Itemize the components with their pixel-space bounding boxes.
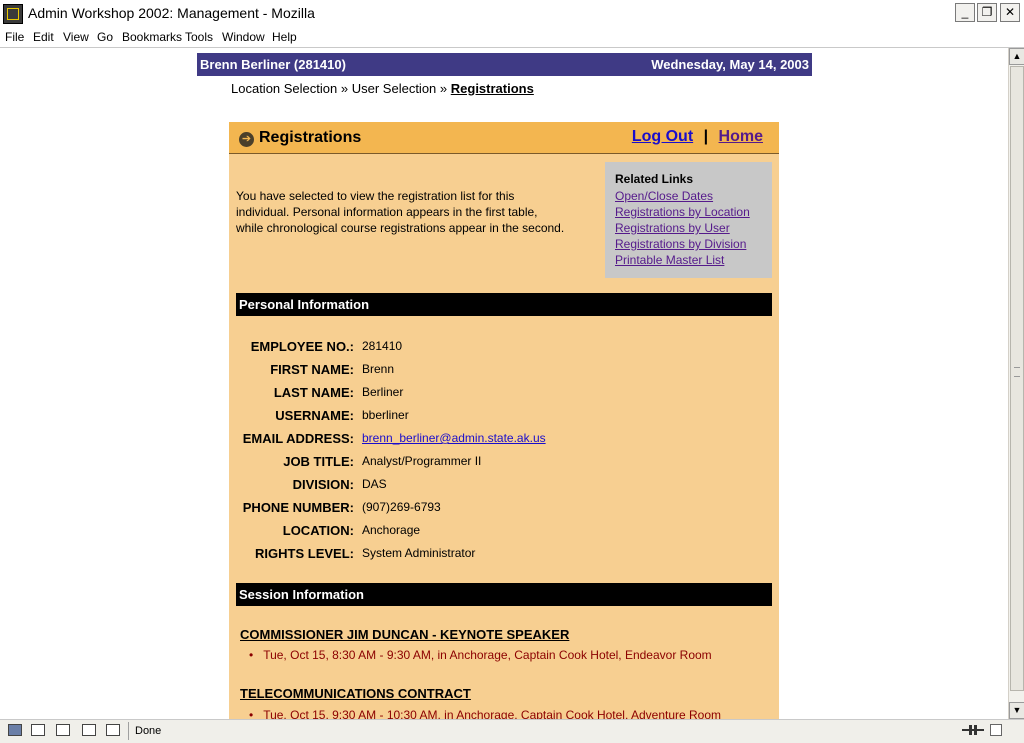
- breadcrumb: Location Selection » User Selection » Re…: [231, 81, 534, 96]
- intro-text: You have selected to view the registrati…: [236, 189, 565, 235]
- breadcrumb-separator: »: [439, 81, 448, 96]
- session-title-link[interactable]: TELECOMMUNICATIONS CONTRACT: [240, 686, 471, 701]
- navigator-icon[interactable]: [8, 724, 22, 736]
- header-link-separator: |: [703, 128, 709, 145]
- info-label: PHONE NUMBER:: [242, 500, 354, 515]
- info-row-rights-level: RIGHTS LEVEL: System Administrator: [229, 546, 779, 566]
- related-links-box: Related Links Open/Close Dates Registrat…: [605, 162, 772, 278]
- info-value: bberliner: [362, 408, 409, 422]
- info-label: FIRST NAME:: [270, 362, 354, 377]
- breadcrumb-user-selection[interactable]: User Selection: [352, 81, 437, 96]
- bullet-icon: •: [249, 648, 254, 662]
- email-link[interactable]: brenn_berliner@admin.state.ak.us: [362, 431, 546, 445]
- info-label: USERNAME:: [275, 408, 354, 423]
- window-title: Admin Workshop 2002: Management - Mozill…: [28, 5, 315, 21]
- info-label: JOB TITLE:: [283, 454, 354, 469]
- info-row-username: USERNAME: bberliner: [229, 408, 779, 428]
- user-name: Brenn Berliner (281410): [200, 57, 346, 72]
- info-label: EMAIL ADDRESS:: [242, 431, 354, 446]
- info-row-job-title: JOB TITLE: Analyst/Programmer II: [229, 454, 779, 474]
- panel-header: ➔ Registrations Log Out | Home: [229, 122, 779, 154]
- related-link-printable-master-list[interactable]: Printable Master List: [615, 253, 724, 267]
- info-row-employee-no: EMPLOYEE NO.: 281410: [229, 339, 779, 359]
- personal-info-heading: Personal Information: [236, 293, 772, 316]
- session-info-heading-text: Session Information: [239, 587, 364, 602]
- info-value: Analyst/Programmer II: [362, 454, 482, 468]
- session-title-link[interactable]: COMMISSIONER JIM DUNCAN - KEYNOTE SPEAKE…: [240, 627, 569, 642]
- menu-window[interactable]: Window: [222, 30, 265, 44]
- header-links: Log Out | Home: [632, 128, 763, 146]
- menu-bar: File Edit View Go Bookmarks Tools Window…: [0, 27, 1024, 48]
- status-separator: [128, 722, 129, 740]
- info-label: DIVISION:: [292, 477, 354, 492]
- address-book-icon[interactable]: [106, 724, 120, 736]
- info-label: LAST NAME:: [273, 385, 354, 400]
- panel-title: Registrations: [259, 129, 362, 146]
- session-detail-text: Tue, Oct 15, 8:30 AM - 9:30 AM, in Ancho…: [263, 648, 712, 662]
- info-row-division: DIVISION: DAS: [229, 477, 779, 497]
- scroll-up-arrow-icon[interactable]: ▲: [1009, 48, 1024, 65]
- session-detail: • Tue, Oct 15, 9:30 AM - 10:30 AM, in Anc…: [249, 708, 721, 719]
- session-detail-text: Tue, Oct 15, 9:30 AM - 10:30 AM, in Anch…: [263, 708, 722, 719]
- chat-icon[interactable]: [56, 724, 70, 736]
- registrations-panel: ➔ Registrations Log Out | Home You have …: [229, 122, 779, 719]
- breadcrumb-separator: »: [340, 81, 349, 96]
- info-row-phone: PHONE NUMBER: (907)269-6793: [229, 500, 779, 520]
- info-label: LOCATION:: [282, 523, 354, 538]
- related-links-title: Related Links: [615, 172, 694, 186]
- composer-icon[interactable]: [82, 724, 96, 736]
- vertical-scrollbar[interactable]: ▲ ▼: [1008, 48, 1024, 719]
- app-icon: [3, 4, 23, 24]
- info-row-email: EMAIL ADDRESS: brenn_berliner@admin.stat…: [229, 431, 779, 451]
- info-label: EMPLOYEE NO.:: [250, 339, 354, 354]
- info-row-first-name: FIRST NAME: Brenn: [229, 362, 779, 382]
- status-bar: Done: [0, 719, 1024, 743]
- info-value: DAS: [362, 477, 387, 491]
- breadcrumb-current: Registrations: [450, 81, 534, 96]
- scroll-down-arrow-icon[interactable]: ▼: [1009, 702, 1024, 719]
- close-button[interactable]: ✕: [1000, 3, 1020, 22]
- home-link[interactable]: Home: [719, 128, 763, 145]
- info-value: 281410: [362, 339, 403, 353]
- related-link-open-close-dates[interactable]: Open/Close Dates: [615, 189, 713, 203]
- info-value: System Administrator: [362, 546, 476, 560]
- mail-icon[interactable]: [31, 724, 45, 736]
- user-bar: Brenn Berliner (281410) Wednesday, May 1…: [197, 53, 812, 76]
- window-titlebar: Admin Workshop 2002: Management - Mozill…: [0, 0, 1024, 28]
- personal-info-heading-text: Personal Information: [239, 297, 370, 312]
- minimize-button[interactable]: _: [955, 3, 975, 22]
- security-lock-icon[interactable]: [990, 724, 1002, 736]
- menu-help[interactable]: Help: [272, 30, 297, 44]
- menu-bookmarks[interactable]: Bookmarks: [122, 30, 182, 44]
- status-text: Done: [135, 725, 162, 737]
- related-link-registrations-by-user[interactable]: Registrations by User: [615, 221, 730, 235]
- info-label: RIGHTS LEVEL:: [255, 546, 354, 561]
- menu-file[interactable]: File: [5, 30, 24, 44]
- online-status-icon[interactable]: [962, 724, 984, 736]
- related-link-registrations-by-location[interactable]: Registrations by Location: [615, 205, 750, 219]
- breadcrumb-location-selection[interactable]: Location Selection: [231, 81, 337, 96]
- grip-icon: [1014, 367, 1020, 377]
- menu-view[interactable]: View: [63, 30, 89, 44]
- info-row-location: LOCATION: Anchorage: [229, 523, 779, 543]
- plug-icon: [962, 725, 984, 735]
- info-value: (907)269-6793: [362, 500, 441, 514]
- menu-tools[interactable]: Tools: [185, 30, 213, 44]
- session-detail: • Tue, Oct 15, 8:30 AM - 9:30 AM, in Anch…: [249, 648, 712, 662]
- menu-edit[interactable]: Edit: [33, 30, 54, 44]
- related-link-registrations-by-division[interactable]: Registrations by Division: [615, 237, 746, 251]
- bullet-icon: •: [249, 708, 254, 719]
- maximize-button[interactable]: ❐: [977, 3, 997, 22]
- logout-link[interactable]: Log Out: [632, 128, 693, 145]
- menu-go[interactable]: Go: [97, 30, 113, 44]
- scroll-thumb[interactable]: [1010, 66, 1024, 691]
- info-value: Brenn: [362, 362, 395, 376]
- page-viewport: Brenn Berliner (281410) Wednesday, May 1…: [0, 48, 1008, 719]
- info-row-last-name: LAST NAME: Berliner: [229, 385, 779, 405]
- arrow-right-icon: ➔: [239, 132, 254, 147]
- session-info-heading: Session Information: [236, 583, 772, 606]
- info-value: Berliner: [362, 385, 404, 399]
- current-date: Wednesday, May 14, 2003: [651, 57, 809, 72]
- info-value: Anchorage: [362, 523, 421, 537]
